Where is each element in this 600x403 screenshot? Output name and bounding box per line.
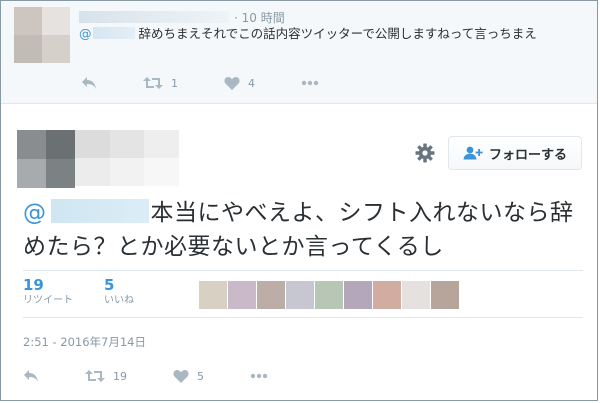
like-button[interactable]: 4 bbox=[224, 76, 255, 90]
liker-avatar[interactable] bbox=[228, 281, 256, 309]
liker-avatar[interactable] bbox=[315, 281, 343, 309]
reply-button[interactable] bbox=[23, 369, 39, 383]
liker-avatar[interactable] bbox=[402, 281, 430, 309]
liker-avatar[interactable] bbox=[344, 281, 372, 309]
avatar[interactable] bbox=[14, 7, 70, 63]
like-stat[interactable]: 5 いいね bbox=[104, 276, 134, 308]
like-icon bbox=[224, 76, 240, 90]
like-count: 4 bbox=[248, 76, 255, 90]
tweet-actions: 19 5 bbox=[23, 366, 314, 386]
reply-button[interactable] bbox=[81, 76, 97, 90]
blurred-user-name bbox=[75, 130, 179, 186]
reply-icon bbox=[81, 76, 97, 90]
like-stat-label: いいね bbox=[104, 295, 134, 306]
follow-button[interactable]: フォローする bbox=[448, 136, 582, 170]
tweet-actions: 1 4 bbox=[81, 73, 365, 93]
liker-avatar[interactable] bbox=[431, 281, 459, 309]
tweet-text: @ 辞めちまえそれでこの話内容ツイッターで公開しますねって言っちまえ bbox=[79, 25, 584, 42]
retweet-button[interactable]: 1 bbox=[143, 76, 178, 90]
gear-icon[interactable] bbox=[414, 142, 436, 164]
tweet-timestamp[interactable]: · 10 時間 bbox=[234, 9, 285, 26]
like-icon bbox=[173, 369, 189, 383]
blurred-mention bbox=[92, 27, 135, 39]
retweet-button[interactable]: 19 bbox=[85, 369, 127, 383]
tweet-screenshot: · 10 時間 @ 辞めちまえそれでこの話内容ツイッターで公開しますねって言っちま… bbox=[0, 0, 598, 401]
more-icon bbox=[301, 80, 319, 86]
retweet-stat[interactable]: 19 リツイート bbox=[23, 276, 73, 308]
tweet-body: 辞めちまえそれでこの話内容ツイッターで公開しますねって言っちまえ bbox=[138, 26, 537, 41]
reply-tweet[interactable]: · 10 時間 @ 辞めちまえそれでこの話内容ツイッターで公開しますねって言っちま… bbox=[1, 1, 597, 104]
follow-label: フォローする bbox=[488, 147, 567, 163]
liker-avatar[interactable] bbox=[286, 281, 314, 309]
liker-avatar[interactable] bbox=[373, 281, 401, 309]
more-button[interactable] bbox=[301, 80, 319, 86]
tweet-datetime: 2:51 - 2016年7月14日 bbox=[23, 335, 147, 349]
retweet-stat-label: リツイート bbox=[23, 295, 73, 306]
divider bbox=[23, 317, 583, 318]
liker-avatar[interactable] bbox=[199, 281, 227, 309]
mention-at: @ bbox=[23, 200, 47, 226]
blurred-mention bbox=[50, 199, 149, 223]
liker-avatar[interactable] bbox=[257, 281, 285, 309]
retweet-icon bbox=[85, 369, 105, 383]
blurred-username bbox=[79, 11, 229, 23]
main-tweet: フォローする @ 本当にやべえよ、シフト入れないなら辞めたら？とか必要ないとか言っ… bbox=[1, 104, 597, 400]
mention-at: @ bbox=[79, 26, 92, 41]
retweet-count: 1 bbox=[171, 76, 178, 90]
tweet-text: @ 本当にやべえよ、シフト入れないなら辞めたら？とか必要ないとか言ってくるし bbox=[23, 196, 583, 264]
divider bbox=[23, 270, 583, 271]
like-stat-count: 5 bbox=[104, 276, 115, 294]
mention[interactable]: @ bbox=[79, 26, 139, 41]
retweet-icon bbox=[143, 76, 163, 90]
reply-icon bbox=[23, 369, 39, 383]
mention[interactable]: @ bbox=[23, 199, 151, 226]
more-button[interactable] bbox=[250, 373, 268, 379]
liker-avatars bbox=[199, 281, 459, 309]
follow-person-icon bbox=[463, 146, 483, 160]
like-button[interactable]: 5 bbox=[173, 369, 204, 383]
retweet-stat-count: 19 bbox=[23, 276, 44, 294]
like-count: 5 bbox=[197, 369, 204, 383]
avatar[interactable] bbox=[17, 130, 75, 188]
more-icon bbox=[250, 373, 268, 379]
retweet-count: 19 bbox=[113, 369, 127, 383]
